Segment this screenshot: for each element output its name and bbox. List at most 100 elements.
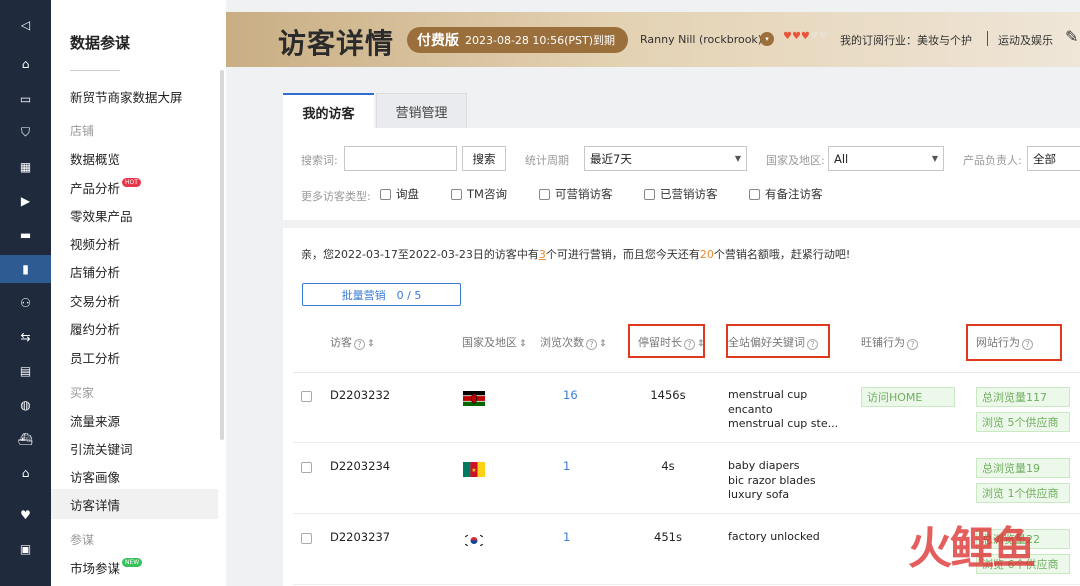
checkbox-marketable[interactable]: 可营销访客	[539, 186, 613, 202]
col-store-label: 旺铺行为	[861, 336, 905, 349]
notice-suffix: 个营销名额哦，赶紧行动吧!	[713, 248, 851, 261]
sidebar-item-label: 数据概览	[70, 152, 121, 167]
search-input[interactable]	[344, 146, 457, 171]
checkbox-marketed[interactable]: 已营销访客	[644, 186, 718, 202]
send-icon[interactable]: ◁	[0, 11, 51, 39]
checkbox-tm[interactable]: TM咨询	[451, 186, 507, 202]
sidebar-item[interactable]: 新贸节商家数据大屏	[70, 87, 183, 106]
views-link[interactable]: 1	[563, 530, 570, 544]
checkbox-label: 已营销访客	[660, 187, 718, 201]
notice-count[interactable]: 3	[539, 248, 546, 261]
subscribed-industry: 我的订阅行业：美妆与个护	[840, 34, 972, 47]
sidebar-item-label: 访客画像	[70, 470, 121, 485]
help-icon[interactable]: ?	[586, 339, 597, 350]
user-dropdown-icon[interactable]: ▾	[760, 32, 774, 46]
checkbox-label: 询盘	[396, 187, 419, 201]
search-button[interactable]: 搜索	[462, 146, 506, 171]
sidebar-item[interactable]: 数据概览	[70, 149, 120, 168]
briefcase-icon[interactable]: ▣	[0, 535, 51, 563]
ship-icon[interactable]: ⛴	[0, 425, 51, 453]
tab-marketing[interactable]: 营销管理	[376, 93, 467, 129]
sidebar-item[interactable]: 流量来源	[70, 411, 120, 430]
sort-icon[interactable]: ⇕	[519, 339, 527, 349]
row-checkbox[interactable]	[301, 533, 312, 544]
hearts-filled: ♥♥♥	[783, 31, 810, 42]
expiry-text: 2023-08-28 10:56(PST)到期	[465, 34, 616, 47]
keyword: luxury sofa	[728, 488, 790, 501]
notice-prefix: 亲，您2022-03-17至2022-03-23日的访客中有	[301, 248, 539, 261]
subscribed-category[interactable]: 运动及娱乐	[998, 32, 1053, 48]
checkbox-box[interactable]	[380, 188, 391, 200]
sidebar-item-label: 员工分析	[70, 351, 121, 366]
sidebar-item[interactable]: 市场参谋 NEW	[70, 558, 143, 577]
new-badge: NEW	[122, 558, 143, 567]
sidebar-item-label: 零效果产品	[70, 209, 133, 224]
sidebar-item[interactable]: 产品分析 HOT	[70, 178, 141, 197]
chart-icon[interactable]: ▮	[0, 255, 51, 283]
sidebar-item[interactable]: 交易分析	[70, 291, 120, 310]
sidebar-item-label: 新贸节商家数据大屏	[70, 90, 183, 105]
highlight-duration	[628, 324, 705, 358]
checkbox-box[interactable]	[749, 188, 760, 200]
marketing-notice: 亲，您2022-03-17至2022-03-23日的访客中有3个可进行营销，而且…	[301, 246, 850, 262]
sidebar-scrollbar[interactable]	[220, 70, 224, 440]
sidebar-item[interactable]: 引流关键词	[70, 439, 133, 458]
checkbox-inquiry[interactable]: 询盘	[380, 186, 419, 202]
sidebar-item[interactable]: 访客画像	[70, 467, 120, 486]
row-checkbox[interactable]	[301, 391, 312, 402]
globe-icon[interactable]: ◍	[0, 391, 51, 419]
site-suppliers-tag[interactable]: 浏览 5个供应商	[976, 412, 1070, 432]
sidebar-section-label: 店铺	[70, 122, 94, 139]
clipboard-icon[interactable]: ▤	[0, 357, 51, 385]
sidebar-item[interactable]: 视频分析	[70, 234, 120, 253]
col-visitor[interactable]: 访客? ⇕	[330, 334, 375, 350]
shield-icon[interactable]: ⛉	[0, 118, 51, 146]
site-views-tag[interactable]: 总浏览量19	[976, 458, 1070, 478]
south-korea-flag-icon	[463, 533, 485, 548]
transfer-icon[interactable]: ⇆	[0, 323, 51, 351]
col-store-behavior: 旺铺行为?	[861, 334, 918, 350]
tab-my-visitors[interactable]: 我的访客	[283, 93, 374, 129]
checkbox-box[interactable]	[451, 188, 462, 200]
sidebar-item[interactable]: 员工分析	[70, 348, 120, 367]
watermark-text: 火鲤鱼	[908, 523, 1036, 574]
owner-select[interactable]: 全部	[1027, 146, 1080, 171]
batch-marketing-button[interactable]: 批量营销 0 / 5	[302, 283, 461, 306]
sort-icon[interactable]: ⇕	[599, 339, 607, 349]
home-icon[interactable]: ⌂	[0, 50, 51, 78]
watermark-logo: 火鲤鱼	[908, 512, 1036, 576]
users-icon[interactable]: ⚇	[0, 289, 51, 317]
table-row: D2203232 16 1456s menstrual cup encanto …	[293, 373, 1080, 443]
keyword-list: menstrual cup encanto menstrual cup ste.…	[728, 388, 838, 432]
sort-icon[interactable]: ⇕	[367, 339, 375, 349]
sidebar-item[interactable]: 履约分析	[70, 319, 120, 338]
store-behavior-tag[interactable]: 访问HOME	[861, 387, 955, 407]
site-suppliers-tag[interactable]: 浏览 1个供应商	[976, 483, 1070, 503]
grid-icon[interactable]: ▦	[0, 153, 51, 181]
video-icon[interactable]: ▶	[0, 187, 51, 215]
region-select[interactable]: All ▼	[828, 146, 944, 171]
row-checkbox[interactable]	[301, 462, 312, 473]
help-icon[interactable]: ?	[907, 339, 918, 350]
heart-icon[interactable]: ♥	[0, 501, 51, 529]
checkbox-box[interactable]	[539, 188, 550, 200]
views-link[interactable]: 16	[563, 388, 578, 402]
sidebar-item[interactable]: 零效果产品	[70, 206, 133, 225]
sidebar-item-label: 履约分析	[70, 322, 121, 337]
store-icon[interactable]: ▭	[0, 85, 51, 113]
help-icon[interactable]: ?	[354, 339, 365, 350]
checkbox-noted[interactable]: 有备注访客	[749, 186, 823, 202]
col-views[interactable]: 浏览次数? ⇕	[540, 334, 607, 350]
sidebar-item[interactable]: 访客详情	[70, 495, 120, 514]
edit-icon[interactable]: ✎	[1065, 27, 1078, 46]
period-select[interactable]: 最近7天 ▼	[584, 146, 747, 171]
checkbox-label: 有备注访客	[765, 187, 823, 201]
sidebar-item[interactable]: 店铺分析	[70, 262, 120, 281]
col-country[interactable]: 国家及地区 ⇕	[462, 334, 527, 350]
chat-icon[interactable]: ▬	[0, 221, 51, 249]
views-link[interactable]: 1	[563, 459, 570, 473]
checkbox-box[interactable]	[644, 188, 655, 200]
bank-icon[interactable]: ⌂	[0, 459, 51, 487]
owner-value: 全部	[1033, 151, 1056, 166]
site-views-tag[interactable]: 总浏览量117	[976, 387, 1070, 407]
